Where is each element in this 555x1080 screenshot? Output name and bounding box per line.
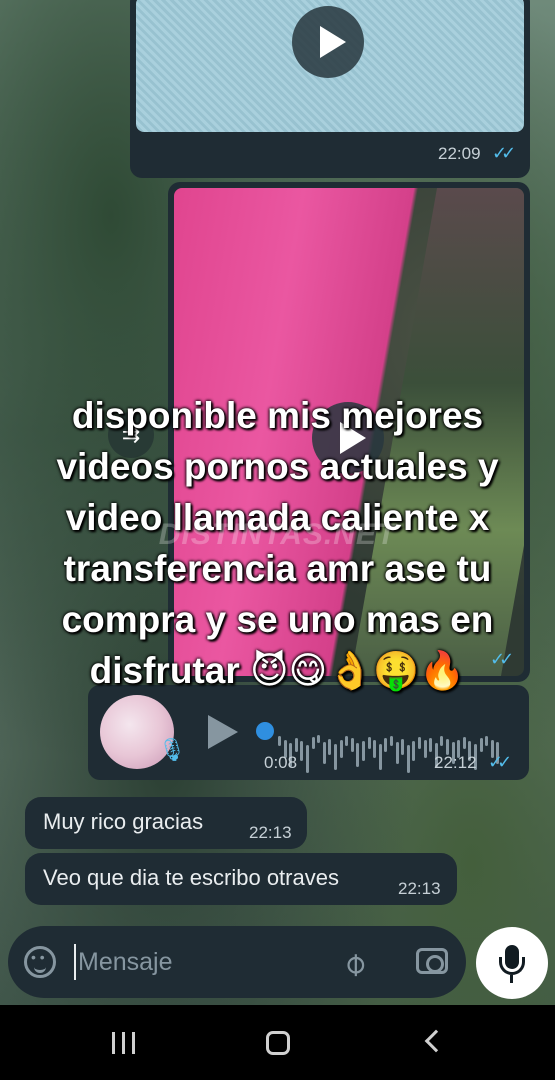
outgoing-video-message[interactable]: 22:09 ✓✓ xyxy=(130,0,530,178)
waveform-bar xyxy=(322,742,326,764)
waveform-bar xyxy=(401,739,405,755)
waveform-bar xyxy=(345,736,349,746)
incoming-message[interactable]: Veo que dia te escribo otraves 22:13 xyxy=(25,853,457,905)
waveform-bar xyxy=(423,740,427,758)
read-ticks-icon: ✓✓ xyxy=(488,752,512,772)
waveform-bar xyxy=(429,738,433,752)
home-icon[interactable] xyxy=(266,1031,290,1055)
waveform-bar xyxy=(294,738,298,752)
audio-duration: 0:08 xyxy=(264,753,298,772)
watermark: DISTINTAS.NET xyxy=(158,518,397,551)
waveform-bar xyxy=(367,737,371,749)
message-time: 22:12 xyxy=(434,753,477,772)
camera-icon[interactable] xyxy=(416,948,448,974)
overlay-line: videos pornos actuales y xyxy=(56,446,499,487)
message-text: Veo que dia te escribo otraves xyxy=(43,865,339,890)
waveform-bar xyxy=(339,740,343,758)
waveform-bar xyxy=(485,736,489,746)
message-time: 22:13 xyxy=(249,823,292,842)
back-icon[interactable] xyxy=(424,1029,448,1053)
waveform-bar xyxy=(311,737,315,749)
waveform-bar xyxy=(462,737,466,749)
attach-icon[interactable]: ⌀ xyxy=(333,943,373,983)
waveform-bar xyxy=(278,736,281,746)
outgoing-voice-message[interactable]: 🎙 0:08 22:12 ✓✓ xyxy=(88,685,529,780)
waveform-bar xyxy=(317,735,321,743)
message-time: 22:13 xyxy=(398,879,441,898)
text-caret xyxy=(74,944,76,980)
waveform-bar xyxy=(390,736,393,746)
waveform-bar xyxy=(356,743,360,767)
audio-seek-handle[interactable] xyxy=(256,722,274,740)
waveform-bar xyxy=(334,744,337,770)
recents-icon[interactable] xyxy=(112,1032,136,1054)
message-time: 22:09 xyxy=(438,144,481,163)
overlay-line: compra y se uno mas en xyxy=(61,599,494,640)
sticker-icon[interactable] xyxy=(24,946,56,978)
incoming-message[interactable]: Muy rico gracias 22:13 xyxy=(25,797,307,849)
read-ticks-icon: ✓✓ xyxy=(492,143,516,163)
waveform-bar xyxy=(306,745,309,773)
waveform-bar xyxy=(328,739,332,755)
waveform-bar xyxy=(362,741,365,761)
waveform-bar xyxy=(412,741,416,761)
waveform-bar xyxy=(406,745,410,773)
voice-record-button[interactable] xyxy=(476,927,548,999)
message-input[interactable]: Mensaje xyxy=(78,948,173,977)
overlay-line: disponible mis mejores xyxy=(71,395,484,436)
waveform-bar xyxy=(479,738,483,752)
overlay-line: disfrutar 😈😋👌🤑🔥 xyxy=(89,650,466,691)
waveform-bar xyxy=(378,744,382,770)
audio-play-icon[interactable] xyxy=(208,715,238,749)
waveform-bar xyxy=(440,736,444,746)
waveform-bar xyxy=(373,740,377,758)
system-navigation-bar xyxy=(0,1005,555,1080)
video-thumbnail[interactable] xyxy=(136,0,524,132)
chat-area[interactable]: 22:09 ✓✓ ✓✓ ⇉ 🎙 0:08 22:12 ✓✓ disponible… xyxy=(0,0,555,1005)
mic-badge-icon: 🎙 xyxy=(158,737,186,762)
waveform-bar xyxy=(384,738,388,752)
waveform-bar xyxy=(350,738,354,752)
waveform-bar xyxy=(300,741,304,761)
audio-waveform[interactable] xyxy=(256,715,504,773)
waveform-bar xyxy=(395,742,399,764)
message-text: Muy rico gracias xyxy=(43,809,204,834)
play-icon[interactable] xyxy=(292,6,364,78)
message-composer[interactable]: Mensaje ⌀ xyxy=(8,926,466,998)
waveform-bar xyxy=(418,737,421,749)
